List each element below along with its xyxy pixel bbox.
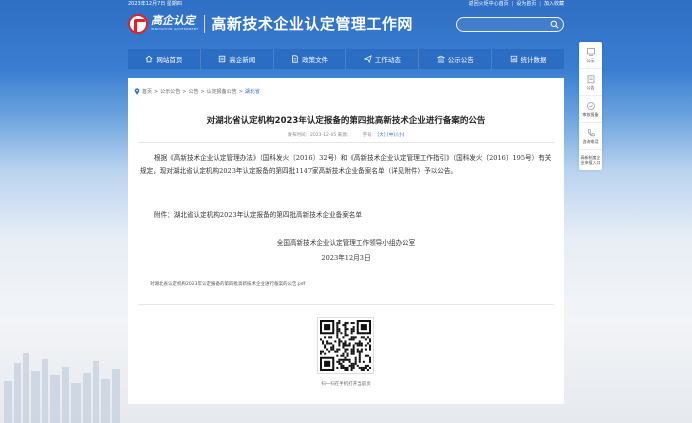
top-bar: 2023年12月7日 星期四 返回火炬中心首页 | 设为首页 | 加入收藏 — [0, 0, 692, 8]
side-toolbar: 公示 公告 审核报备 咨询电话 高新制度企业申报入口 — [579, 42, 602, 170]
side-item-phone[interactable]: 咨询电话 — [579, 123, 602, 150]
breadcrumb-current: 湖北省 — [244, 89, 260, 95]
entry-label: 高新制度企业申报入口 — [580, 155, 601, 165]
top-links: 返回火炬中心首页 | 设为首页 | 加入收藏 — [469, 0, 564, 8]
logo-name: 高企认定 — [151, 14, 195, 27]
font-size-label: 字号： — [362, 133, 377, 138]
font-medium-button[interactable]: [中] — [387, 133, 395, 138]
clipboard-icon — [587, 75, 594, 84]
search-icon[interactable] — [550, 20, 559, 29]
breadcrumb: 首页 > 公示公告 > 公告 > 认定报备公告 > 湖北省 — [134, 88, 260, 95]
article-meta: 发布时间：2023-12-05 来源： 字号： [大] [中] [小] — [128, 132, 564, 138]
site-logo[interactable]: 高企认定 INNOVATION GOVERNMENT 高新技术企业认定管理工作网 — [128, 13, 413, 34]
breadcrumb-announcements[interactable]: 公示公告 — [160, 88, 180, 95]
nav-policy[interactable]: 政策文件 — [274, 49, 347, 69]
news-icon — [219, 55, 226, 63]
side-item-notice[interactable]: 公告 — [579, 69, 602, 96]
site-header: 高企认定 INNOVATION GOVERNMENT 高新技术企业认定管理工作网 — [128, 10, 564, 42]
display-icon — [586, 48, 595, 56]
nav-home[interactable]: 网站首页 — [128, 49, 201, 69]
current-date: 2023年12月7日 星期四 — [128, 1, 182, 7]
send-icon — [363, 55, 372, 63]
side-item-review[interactable]: 审核报备 — [579, 96, 602, 123]
article-title: 对湖北省认定机构2023年认定报备的第四批高新技术企业进行备案的公告 — [206, 116, 486, 126]
breadcrumb-notice[interactable]: 公告 — [188, 88, 198, 95]
attachment-label: 附件：湖北省认定机构2023年认定报备的第四批高新技术企业备案名单 — [154, 211, 362, 219]
font-large-button[interactable]: [大] — [378, 133, 386, 138]
font-size-controls: 字号： [大] [中] [小] — [363, 133, 405, 138]
home-link[interactable]: 返回火炬中心首页 — [469, 0, 509, 8]
document-icon — [292, 55, 298, 63]
article-paragraph: 根据《高新技术企业认定管理办法》（国科发火〔2016〕32号）和《高新技术企业认… — [140, 154, 552, 175]
separator: | — [511, 1, 514, 7]
chart-icon — [510, 55, 517, 63]
signature-org: 全国高新技术企业认定管理工作领导小组办公室 — [276, 239, 416, 247]
bank-icon — [436, 55, 445, 63]
side-item-entry[interactable]: 高新制度企业申报入口 — [579, 150, 602, 170]
nav-updates[interactable]: 工作动态 — [346, 49, 420, 69]
article-body: 根据《高新技术企业认定管理办法》（国科发火〔2016〕32号）和《高新技术企业认… — [140, 152, 552, 177]
home-icon — [145, 55, 153, 63]
breadcrumb-home[interactable]: 首页 — [142, 88, 152, 95]
search-box — [456, 17, 564, 32]
logo-icon — [128, 13, 148, 34]
breadcrumb-registration[interactable]: 认定报备公告 — [207, 88, 237, 95]
side-item-publicity[interactable]: 公示 — [579, 42, 602, 69]
set-homepage-link[interactable]: 设为首页 — [516, 0, 536, 8]
add-favorite-link[interactable]: 加入收藏 — [544, 0, 564, 8]
publish-info: 发布时间：2023-12-05 来源： — [287, 133, 352, 138]
divider — [138, 142, 554, 143]
logo-subtitle: INNOVATION GOVERNMENT — [151, 27, 199, 31]
main-nav: 网站首页 高企新闻 政策文件 工作动态 公示公告 统计数据 — [128, 49, 564, 69]
review-icon — [586, 102, 595, 110]
nav-news[interactable]: 高企新闻 — [201, 49, 274, 69]
location-icon — [134, 88, 140, 95]
logo-divider — [204, 14, 206, 33]
font-small-button[interactable]: [小] — [396, 133, 404, 138]
qr-caption: 扫一扫在手机打开当前页 — [321, 382, 371, 387]
pdf-attachment-link[interactable]: 对湖北省认定机构2023年认定报备的第四批高新技术企业进行备案的公告.pdf — [150, 281, 305, 287]
nav-statistics[interactable]: 统计数据 — [492, 49, 564, 69]
nav-notices[interactable]: 公示公告 — [419, 49, 493, 69]
divider — [138, 304, 554, 305]
search-input[interactable] — [463, 19, 549, 30]
phone-icon — [587, 129, 595, 137]
signature-date: 2023年12月3日 — [321, 254, 371, 262]
skyline-decoration — [4, 353, 120, 423]
site-title: 高新技术企业认定管理工作网 — [211, 15, 413, 33]
qr-code — [318, 318, 373, 373]
separator: | — [539, 1, 541, 7]
article-container: 首页 > 公示公告 > 公告 > 认定报备公告 > 湖北省 对湖北省认定机构20… — [128, 78, 564, 404]
